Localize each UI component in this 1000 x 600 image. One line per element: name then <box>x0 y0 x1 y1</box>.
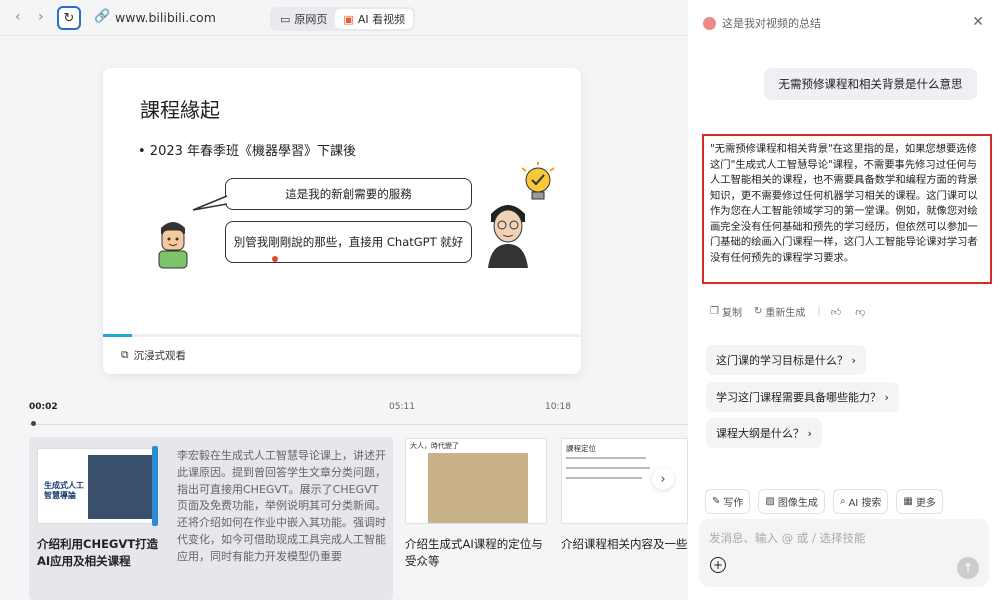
suggested-question[interactable]: 课程大纲是什么？ › <box>706 418 822 448</box>
plus-icon[interactable]: + <box>710 557 726 573</box>
regenerate-button[interactable]: ↻ 重新生成 <box>754 304 805 319</box>
speech-bubble-1: 這是我的新創需要的服務 <box>225 178 472 210</box>
timeline-time-mark: 10:18 <box>545 402 571 412</box>
thumbnail-text: 生成式人工智慧導論 <box>44 481 84 500</box>
suggested-question[interactable]: 这门课的学习目标是什么？ › <box>706 345 866 375</box>
message-input[interactable]: 发消息、输入 @ 或 / 选择技能 + ↑ <box>699 519 989 587</box>
chevron-right-icon: › <box>660 471 666 487</box>
arrow-up-icon: ↑ <box>962 561 974 575</box>
more-button[interactable]: ▦ 更多 <box>896 489 943 514</box>
view-tabs: ▭ 原网页 ▣ AI 看视频 <box>270 7 416 31</box>
image-generation-button[interactable]: ▨ 图像生成 <box>758 489 825 514</box>
tab-ai-video[interactable]: ▣ AI 看视频 <box>335 9 414 29</box>
video-pane: ‹ › ↻ 🔗 www.bilibili.com ▭ 原网页 ▣ AI 看视频 … <box>0 0 689 600</box>
tool-label: AI 搜索 <box>848 498 882 509</box>
url-text[interactable]: www.bilibili.com <box>115 10 216 25</box>
tool-label: 更多 <box>915 498 936 509</box>
tool-label: 图像生成 <box>777 498 818 509</box>
chapter-thumbnail[interactable]: 大人，時代變了 <box>405 438 547 524</box>
chapter-timeline[interactable] <box>29 424 689 425</box>
grid-icon: ▦ <box>903 496 913 507</box>
suggestion-text: 课程大纲是什么？ <box>716 427 804 440</box>
immersive-view-button[interactable]: ⧉ 沉浸式观看 <box>121 348 186 363</box>
monitor-icon: ⧉ <box>121 349 129 361</box>
skill-toolbar: ✎ 写作 ▨ 图像生成 ⌕ AI 搜索 ▦ 更多 <box>705 489 943 514</box>
copy-icon: ❐ <box>710 306 719 317</box>
input-placeholder: 发消息、输入 @ 或 / 选择技能 <box>709 531 866 545</box>
user-message-text: 无需预修课程和相关背景是什么意思 <box>778 77 963 91</box>
ai-answer: "无需预修课程和相关背景"在这里指的是，如果您想要选修这门"生成式人工智慧导论"… <box>702 134 992 284</box>
active-indicator <box>152 446 158 526</box>
browser-toolbar: ‹ › ↻ 🔗 www.bilibili.com ▭ 原网页 ▣ AI 看视频 <box>0 0 688 36</box>
video-player[interactable]: 課程緣起 • 2023 年春季班《機器學習》下課後 這是我的新創需要的服務 別管… <box>103 68 581 374</box>
write-button[interactable]: ✎ 写作 <box>705 489 751 514</box>
suggested-question[interactable]: 学习这门课程需要具备哪些能力？ › <box>706 382 899 412</box>
action-label: 复制 <box>721 308 742 319</box>
thumbnail-text: 大人，時代變了 <box>410 442 459 450</box>
send-button[interactable]: ↑ <box>957 557 979 579</box>
answer-actions: ❐ 复制 ↻ 重新生成 | 👍︎ 👎︎ <box>710 304 865 319</box>
user-message: 无需预修课程和相关背景是什么意思 <box>764 68 977 100</box>
chapter-description: 李宏毅在生成式人工智慧导论课上，讲述开此课原因。提到曾回答学生文章分类问题，指出… <box>177 449 386 563</box>
ai-video-icon: ▣ <box>343 12 354 26</box>
suggestion-text: 这门课的学习目标是什么？ <box>716 354 848 367</box>
search-icon: ⌕ <box>839 496 846 507</box>
slide-title: 課程緣起 <box>140 98 220 122</box>
student-figure <box>158 222 188 269</box>
timeline-marker <box>31 421 36 426</box>
bubble-text: 別管我剛剛說的那些，直接用 ChatGPT 就好 <box>233 235 464 249</box>
thumbs-up-icon[interactable]: 👍︎ <box>831 306 841 318</box>
chapter-title[interactable]: 介绍课程相关内容及一些技术概念 <box>561 536 688 553</box>
chapter-title[interactable]: 介绍生成式AI课程的定位与受众等 <box>405 536 547 570</box>
reload-button[interactable]: ↻ <box>57 6 81 30</box>
copy-button[interactable]: ❐ 复制 <box>710 304 742 319</box>
panel-header-text: 这是我对视频的总结 <box>722 17 821 30</box>
suggestion-text: 学习这门课程需要具备哪些能力？ <box>716 391 881 404</box>
page-icon: ▭ <box>280 12 291 26</box>
thumbs-down-icon[interactable]: 👎︎ <box>855 306 865 318</box>
video-progress-fill <box>103 334 132 337</box>
avatar <box>703 16 716 30</box>
arrow-right-icon: › <box>807 427 812 440</box>
bubble-text: 這是我的新創需要的服務 <box>285 187 412 201</box>
link-icon: 🔗 <box>94 9 111 24</box>
regenerate-icon: ↻ <box>753 306 763 317</box>
image-icon: ▨ <box>765 496 775 507</box>
immersive-label: 沉浸式观看 <box>133 350 187 362</box>
action-label: 重新生成 <box>765 308 806 319</box>
speech-bubble-2: 別管我剛剛說的那些，直接用 ChatGPT 就好 <box>225 221 472 263</box>
pen-icon: ✎ <box>712 496 721 507</box>
forward-icon[interactable]: › <box>38 9 44 25</box>
thumbnail-image <box>428 453 528 523</box>
tab-label: AI 看视频 <box>357 13 406 26</box>
ai-answer-text: "无需预修课程和相关背景"在这里指的是，如果您想要选修这门"生成式人工智慧导论"… <box>710 143 978 264</box>
thumbnail-text: 課程定位 <box>566 444 596 453</box>
divider: | <box>817 306 821 317</box>
next-chapters-button[interactable]: › <box>652 468 674 490</box>
video-progress-bar[interactable] <box>103 334 581 337</box>
timeline-time-current: 00:02 <box>29 402 58 412</box>
bubble-tail-1 <box>192 195 228 211</box>
ai-search-button[interactable]: ⌕ AI 搜索 <box>832 489 889 514</box>
close-icon[interactable]: ✕ <box>972 14 984 30</box>
chapter-title: 介绍利用CHEGVT打造AI应用及相关课程 <box>37 537 159 568</box>
arrow-right-icon: › <box>884 391 889 404</box>
chapter-thumbnail: 生成式人工智慧導論 <box>37 448 158 524</box>
tab-original-page[interactable]: ▭ 原网页 <box>272 9 335 29</box>
timeline-time-mark: 05:11 <box>389 402 415 412</box>
lightbulb-icon <box>521 162 555 200</box>
tab-label: 原网页 <box>294 13 328 26</box>
back-icon[interactable]: ‹ <box>15 9 21 25</box>
tool-label: 写作 <box>723 498 744 509</box>
reload-icon: ↻ <box>63 10 75 26</box>
thumbnail-image <box>88 455 154 519</box>
panel-header: 这是我对视频的总结 <box>703 15 821 31</box>
ai-summary-panel: 这是我对视频的总结 ✕ 无需预修课程和相关背景是什么意思 "无需预修课程和相关背… <box>688 0 1000 600</box>
slide-bullet: • 2023 年春季班《機器學習》下課後 <box>138 144 357 159</box>
arrow-right-icon: › <box>851 354 856 367</box>
laser-pointer <box>272 256 278 262</box>
